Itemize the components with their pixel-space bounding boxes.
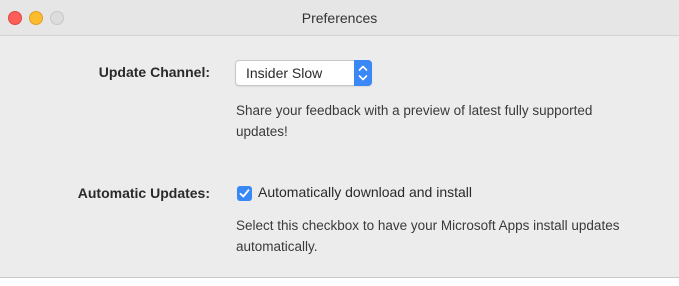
checkmark-icon bbox=[239, 189, 250, 198]
update-channel-description: Share your feedback with a preview of la… bbox=[236, 103, 593, 139]
automatic-updates-label: Automatic Updates: bbox=[77, 185, 210, 201]
title-bar[interactable]: Preferences bbox=[0, 0, 679, 36]
update-channel-selected-value: Insider Slow bbox=[246, 65, 323, 81]
window-title: Preferences bbox=[301, 10, 378, 26]
preferences-window: Preferences Update Channel: Insider Slow… bbox=[0, 0, 679, 278]
up-down-chevron-icon bbox=[354, 60, 372, 86]
auto-download-checkbox-label[interactable]: Automatically download and install bbox=[258, 184, 472, 200]
update-channel-popup[interactable]: Insider Slow bbox=[235, 60, 372, 86]
auto-download-checkbox[interactable] bbox=[237, 186, 252, 201]
automatic-updates-description: Select this checkbox to have your Micros… bbox=[236, 218, 620, 254]
update-channel-label: Update Channel: bbox=[98, 64, 210, 80]
